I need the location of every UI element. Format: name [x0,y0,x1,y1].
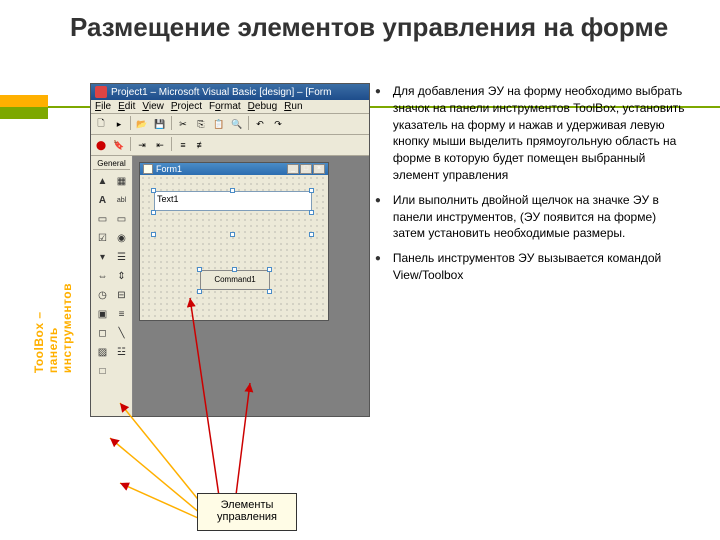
tb-outdent-icon[interactable]: ⇤ [152,137,168,153]
toolbox-panel: General ▲ ▦ A abl ▭ ▭ ☑ ◉ ▾ ☰ ⇔ [91,156,133,416]
menu-view[interactable]: View [140,101,166,112]
tool-pointer-icon[interactable]: ▲ [93,172,112,191]
minimize-icon[interactable]: _ [287,164,299,174]
tool-shape-icon[interactable]: ◻ [93,324,112,343]
commandbutton-control[interactable]: Command1 [200,270,270,290]
tool-line-icon[interactable]: ╲ [112,324,131,343]
toolbox-header: General [93,158,130,170]
tb-copy-icon[interactable]: ⎘ [193,116,209,132]
bullet-2: Или выполнить двойной щелчок на значке Э… [375,192,690,242]
tb-comment-icon[interactable]: ≡ [175,137,191,153]
tb-indent-icon[interactable]: ⇥ [134,137,150,153]
tb-open-icon[interactable]: 📂 [134,116,150,132]
maximize-icon[interactable]: □ [300,164,312,174]
bullet-3: Панель инструментов ЭУ вызывается команд… [375,250,690,284]
slide-title: Размещение элементов управления на форме [70,12,690,43]
tool-vscroll-icon[interactable]: ⇕ [112,267,131,286]
tb-addform-icon[interactable]: ▸ [111,116,127,132]
tool-timer-icon[interactable]: ◷ [93,286,112,305]
tb-uncomment-icon[interactable]: ≢ [193,137,209,153]
tool-hscroll-icon[interactable]: ⇔ [93,267,112,286]
tb-find-icon[interactable]: 🔍 [229,116,245,132]
tb-save-icon[interactable]: 💾 [152,116,168,132]
menu-debug[interactable]: Debug [246,101,279,112]
form1-window[interactable]: Form1 _ □ × Text1 [139,162,329,321]
vb-toolbar-row1: 🗋 ▸ 📂 💾 ✂ ⎘ 📋 🔍 ↶ ↷ [91,114,369,135]
tool-button-icon[interactable]: ▭ [112,210,131,229]
tb-addproject-icon[interactable]: 🗋 [93,116,109,132]
form1-icon [143,164,153,174]
tool-combobox-icon[interactable]: ▾ [93,248,112,267]
toolbox-sidebar-label: ToolBox – панель инструментов [32,283,74,373]
vb-menubar[interactable]: File Edit View Project Format Debug Run [91,100,369,114]
tb-bookmark-icon[interactable]: 🔖 [111,137,127,153]
bullet-1: Для добавления ЭУ на форму необходимо вы… [375,83,690,184]
vb-title-text: Project1 – Microsoft Visual Basic [desig… [111,87,331,98]
tool-picturebox-icon[interactable]: ▦ [112,172,131,191]
tb-break-icon[interactable]: ⬤ [93,137,109,153]
tb-cut-icon[interactable]: ✂ [175,116,191,132]
form1-title-text: Form1 [156,164,182,174]
elements-callout: Элементы управления [197,493,297,531]
form1-titlebar: Form1 _ □ × [140,163,328,175]
textbox-control[interactable]: Text1 [154,191,312,211]
close-icon[interactable]: × [313,164,325,174]
tool-dirlist-icon[interactable]: ▣ [93,305,112,324]
description-list: Для добавления ЭУ на форму необходимо вы… [375,83,690,284]
tool-textbox-icon[interactable]: abl [112,191,131,210]
vb-titlebar: Project1 – Microsoft Visual Basic [desig… [91,84,369,100]
vb-app-icon [95,86,107,98]
tool-image-icon[interactable]: ▨ [93,343,112,362]
tool-data-icon[interactable]: ☳ [112,343,131,362]
tool-filelist-icon[interactable]: ≡ [112,305,131,324]
tool-frame-icon[interactable]: ▭ [93,210,112,229]
menu-format[interactable]: Format [207,101,243,112]
menu-edit[interactable]: Edit [116,101,137,112]
tb-paste-icon[interactable]: 📋 [211,116,227,132]
menu-project[interactable]: Project [169,101,204,112]
tool-empty [112,362,131,381]
tb-redo-icon[interactable]: ↷ [270,116,286,132]
tool-label-icon[interactable]: A [93,191,112,210]
form1-surface[interactable]: Text1 Command1 [140,175,328,320]
tool-drivelist-icon[interactable]: ⊟ [112,286,131,305]
tool-checkbox-icon[interactable]: ☑ [93,229,112,248]
menu-run[interactable]: Run [282,101,304,112]
tool-ole-icon[interactable]: □ [93,362,112,381]
tool-listbox-icon[interactable]: ☰ [112,248,131,267]
vb-toolbar-row2: ⬤ 🔖 ⇥ ⇤ ≡ ≢ [91,135,369,156]
tool-radio-icon[interactable]: ◉ [112,229,131,248]
form-designer-area[interactable]: Form1 _ □ × Text1 [133,156,369,416]
menu-file[interactable]: File [93,101,113,112]
tb-undo-icon[interactable]: ↶ [252,116,268,132]
vb-ide-window: Project1 – Microsoft Visual Basic [desig… [90,83,370,417]
